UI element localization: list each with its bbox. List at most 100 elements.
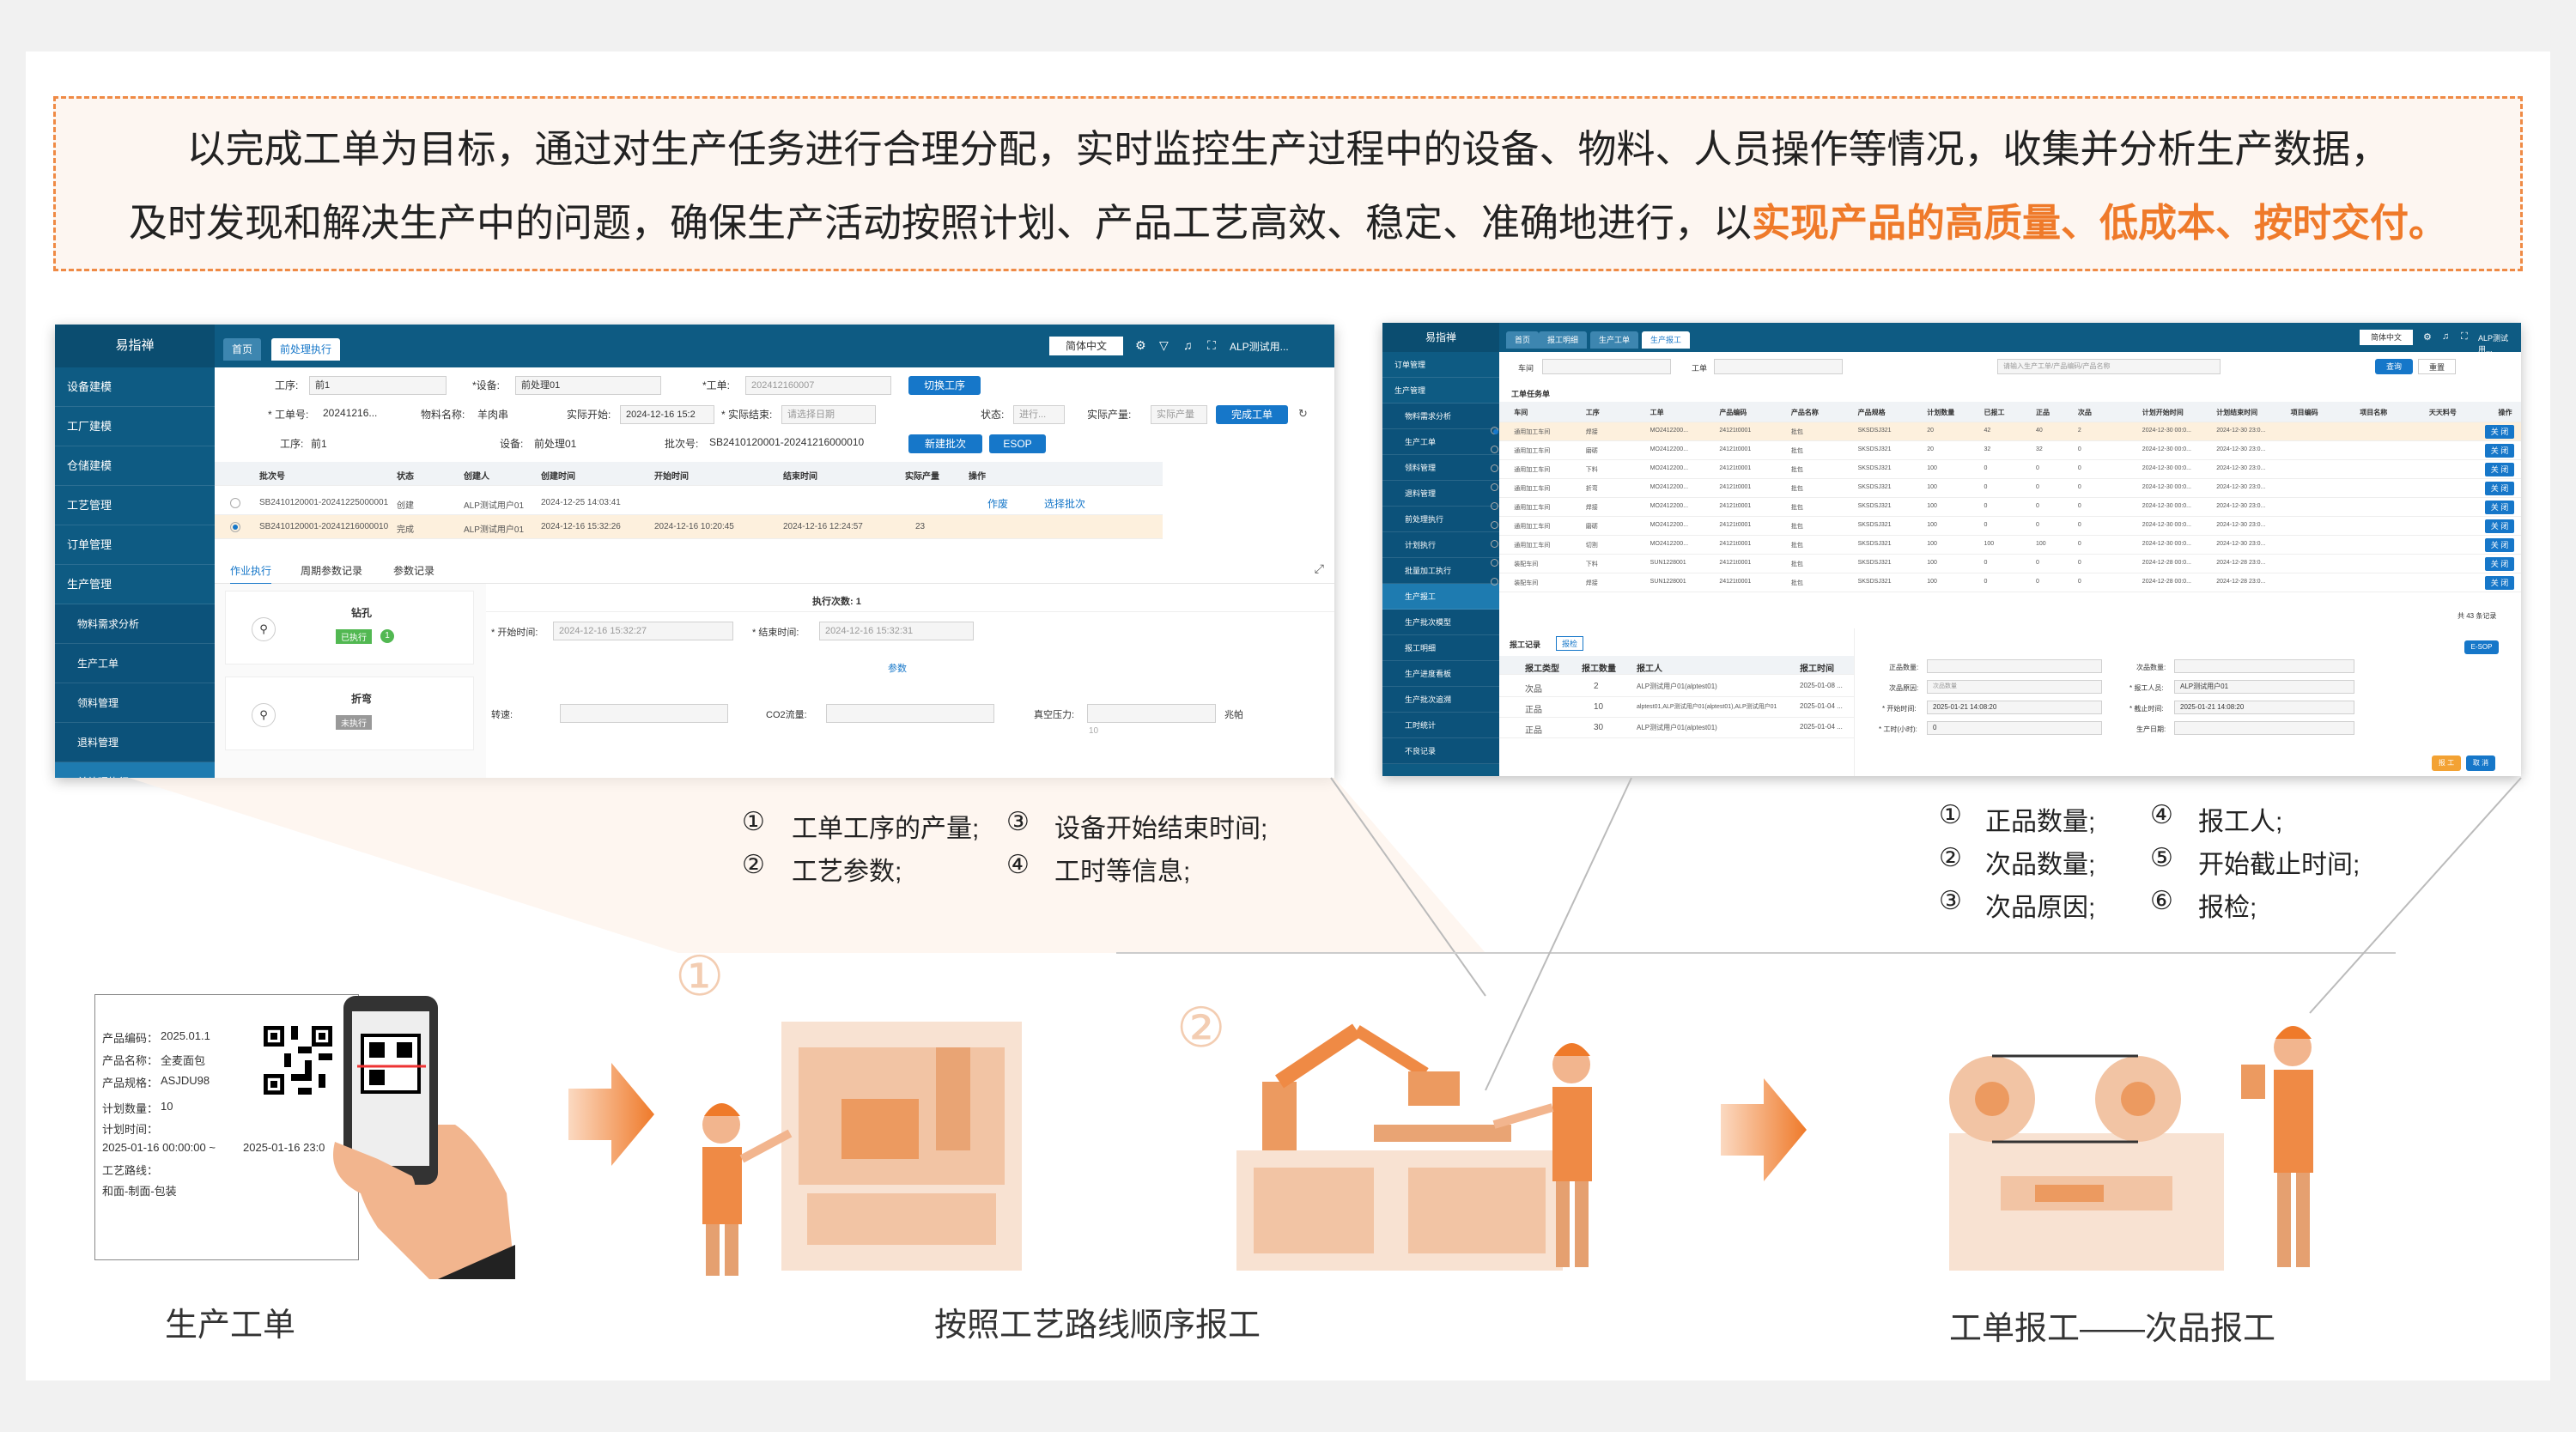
process-select[interactable]: 前1 [309, 376, 447, 395]
sidebar-item-factory-model[interactable]: 工厂建模 [55, 407, 215, 446]
refresh-icon[interactable]: ↻ [1298, 407, 1308, 421]
report-row[interactable]: 正品 10 alptest01,ALP测试用户01(alptest01),ALP… [1499, 697, 1854, 718]
reset-button[interactable]: 重置 [2418, 359, 2456, 374]
report-row[interactable]: 次品 2 ALP测试用户01(alptest01) 2025-01-08 ... [1499, 677, 1854, 697]
bell-icon[interactable]: ♫ [1183, 338, 1193, 352]
table-row[interactable]: 通用加工车间 下料 MO2412200... 24121t0001 批包 SKSDSJ32… [1491, 460, 2521, 479]
report-cancel-button[interactable]: 取 消 [2466, 755, 2495, 771]
row-radio[interactable] [1491, 540, 1498, 548]
fullscreen-icon[interactable]: ⛶ [1207, 338, 1216, 353]
table-row[interactable]: 装配车间 焊接 SUN1228001 24121t0001 批包 SKSDSJ321 100… [1491, 573, 2521, 592]
sidebar-item-preprocess[interactable]: 前处理执行 [55, 762, 215, 778]
table-row[interactable]: 通用加工车间 磨砺 MO2412200... 24121t0001 批包 SKSDSJ32… [1491, 517, 2521, 536]
void-link[interactable]: 作废 [987, 496, 1008, 511]
table-row[interactable]: SB2410120001-20241216000010 完成 ALP测试用户01… [215, 515, 1163, 539]
esop-button[interactable]: E-SOP [2464, 640, 2499, 654]
good-qty-input[interactable] [1927, 659, 2102, 673]
language-select[interactable]: 简体中文 [2360, 330, 2413, 345]
sidebar-item-batch-model[interactable]: 生产批次模型 [1382, 610, 1499, 635]
settings-icon[interactable]: ⚙ [2423, 331, 2432, 343]
sidebar-item-device-model[interactable]: 设备建模 [55, 367, 215, 407]
sidebar-item-defect[interactable]: 不良记录 [1382, 738, 1499, 764]
start-time-input[interactable]: 2025-01-21 14:08:20 [1927, 701, 2102, 714]
row-radio[interactable] [1491, 464, 1498, 472]
param-co2-input[interactable] [826, 704, 994, 723]
param-vacuum-input[interactable] [1087, 704, 1216, 723]
shirt-icon[interactable]: ▽ [1159, 338, 1169, 353]
close-button[interactable]: 关 闭 [2485, 444, 2514, 458]
new-batch-button[interactable]: 新建批次 [908, 434, 982, 453]
close-button[interactable]: 关 闭 [2485, 501, 2514, 514]
sidebar-item-production-mgmt[interactable]: 生产管理 [55, 565, 215, 604]
tab-preprocess[interactable]: 前处理执行 [271, 338, 341, 361]
sidebar-item-order-mgmt[interactable]: 订单管理 [55, 525, 215, 565]
language-select[interactable]: 简体中文 [1049, 337, 1123, 355]
finish-order-button[interactable]: 完成工单 [1216, 405, 1288, 424]
row-radio[interactable] [230, 498, 240, 508]
actual-qty-input[interactable]: 实际产量 [1151, 405, 1207, 424]
end-time-input[interactable]: 2025-01-21 14:08:20 [2174, 701, 2354, 714]
esop-button[interactable]: ESOP [989, 434, 1046, 453]
table-row[interactable]: 通用加工车间 焊接 MO2412200... 24121t0001 批包 SKSDSJ32… [1491, 498, 2521, 517]
search-button[interactable]: 查询 [2375, 359, 2413, 374]
row-radio[interactable] [1491, 578, 1498, 586]
sidebar-item-progress-board[interactable]: 生产进度看板 [1382, 661, 1499, 687]
table-row[interactable]: 通用加工车间 磨砺 MO2412200... 24121t0001 批包 SKSDSJ32… [1491, 441, 2521, 460]
close-button[interactable]: 关 闭 [2485, 519, 2514, 533]
step-card[interactable]: ⚲ 折弯 未执行 [225, 677, 474, 750]
bad-reason-select[interactable]: 次品数量 [1927, 680, 2102, 694]
workshop-select[interactable] [1542, 359, 1671, 374]
tab-report[interactable]: 生产报工 [1642, 331, 1691, 349]
table-row[interactable]: 通用加工车间 焊接 MO2412200... 24121t0001 批包 SKSDSJ32… [1491, 422, 2521, 441]
sidebar-item-hours[interactable]: 工时统计 [1382, 713, 1499, 738]
expand-icon[interactable]: ⤢ [1315, 561, 1324, 576]
tab-home[interactable]: 首页 [223, 338, 262, 361]
close-button[interactable]: 关 闭 [2485, 463, 2514, 476]
exec-end-input[interactable]: 2024-12-16 15:32:31 [819, 622, 974, 640]
select-batch-link[interactable]: 选择批次 [1044, 496, 1085, 511]
sidebar-item-work-order[interactable]: 生产工单 [1382, 429, 1499, 455]
exec-start-input[interactable]: 2024-12-16 15:32:27 [553, 622, 733, 640]
sidebar-item-picking[interactable]: 领料管理 [1382, 455, 1499, 481]
param-tab[interactable]: 参数 [888, 661, 907, 675]
switch-process-button[interactable]: 切换工序 [908, 376, 981, 395]
sidebar-item-material-analysis[interactable]: 物料需求分析 [55, 604, 215, 644]
sidebar-item-preprocess[interactable]: 前处理执行 [1382, 507, 1499, 532]
sidebar-item-warehouse-model[interactable]: 仓储建模 [55, 446, 215, 486]
device-select[interactable]: 前处理01 [515, 376, 661, 395]
row-radio[interactable] [1491, 521, 1498, 529]
sidebar-item-batch-exec[interactable]: 批量加工执行 [1382, 558, 1499, 584]
settings-icon[interactable]: ⚙ [1135, 338, 1146, 353]
sidebar-item-order[interactable]: 订单管理 [1382, 352, 1499, 378]
table-row[interactable]: 通用加工车间 折弯 MO2412200... 24121t0001 批包 SKSDSJ32… [1491, 479, 2521, 498]
sidebar-item-picking[interactable]: 领料管理 [55, 683, 215, 723]
row-radio[interactable] [1491, 427, 1498, 434]
row-radio[interactable] [1491, 502, 1498, 510]
sidebar-item-production[interactable]: 生产管理 [1382, 378, 1499, 404]
param-speed-input[interactable] [560, 704, 728, 723]
tab-home[interactable]: 首页 [1506, 331, 1540, 349]
sidebar-item-report[interactable]: 生产报工 [1382, 584, 1499, 610]
fullscreen-icon[interactable]: ⛶ [2461, 331, 2468, 343]
worker-select[interactable]: ALP测试用户01 [2174, 680, 2354, 694]
tab-report-detail[interactable]: 报工明细 [1539, 331, 1588, 349]
inspect-button[interactable]: 报检 [1556, 636, 1584, 651]
sidebar-item-report-detail[interactable]: 报工明细 [1382, 635, 1499, 661]
bad-qty-input[interactable] [2174, 659, 2354, 673]
report-submit-button[interactable]: 报 工 [2432, 755, 2461, 771]
sidebar-item-return[interactable]: 退料管理 [1382, 481, 1499, 507]
order-filter-select[interactable] [1714, 359, 1843, 374]
row-radio[interactable] [1491, 483, 1498, 491]
report-row[interactable]: 正品 30 ALP测试用户01(alptest01) 2025-01-04 ..… [1499, 718, 1854, 738]
step-card[interactable]: ⚲ 钻孔 已执行 1 [225, 591, 474, 664]
close-button[interactable]: 关 闭 [2485, 576, 2514, 590]
table-row[interactable]: 通用加工车间 切割 MO2412200... 24121t0001 批包 SKSDSJ32… [1491, 536, 2521, 555]
sidebar-item-return[interactable]: 退料管理 [55, 723, 215, 762]
row-radio[interactable] [230, 522, 240, 532]
close-button[interactable]: 关 闭 [2485, 538, 2514, 552]
order-input[interactable]: 202412160007 [745, 376, 891, 395]
row-radio[interactable] [1491, 446, 1498, 453]
tab-param-record[interactable]: 参数记录 [393, 563, 434, 578]
sidebar-item-material-analysis[interactable]: 物料需求分析 [1382, 404, 1499, 429]
actual-start-input[interactable]: 2024-12-16 15:2 [620, 405, 714, 424]
